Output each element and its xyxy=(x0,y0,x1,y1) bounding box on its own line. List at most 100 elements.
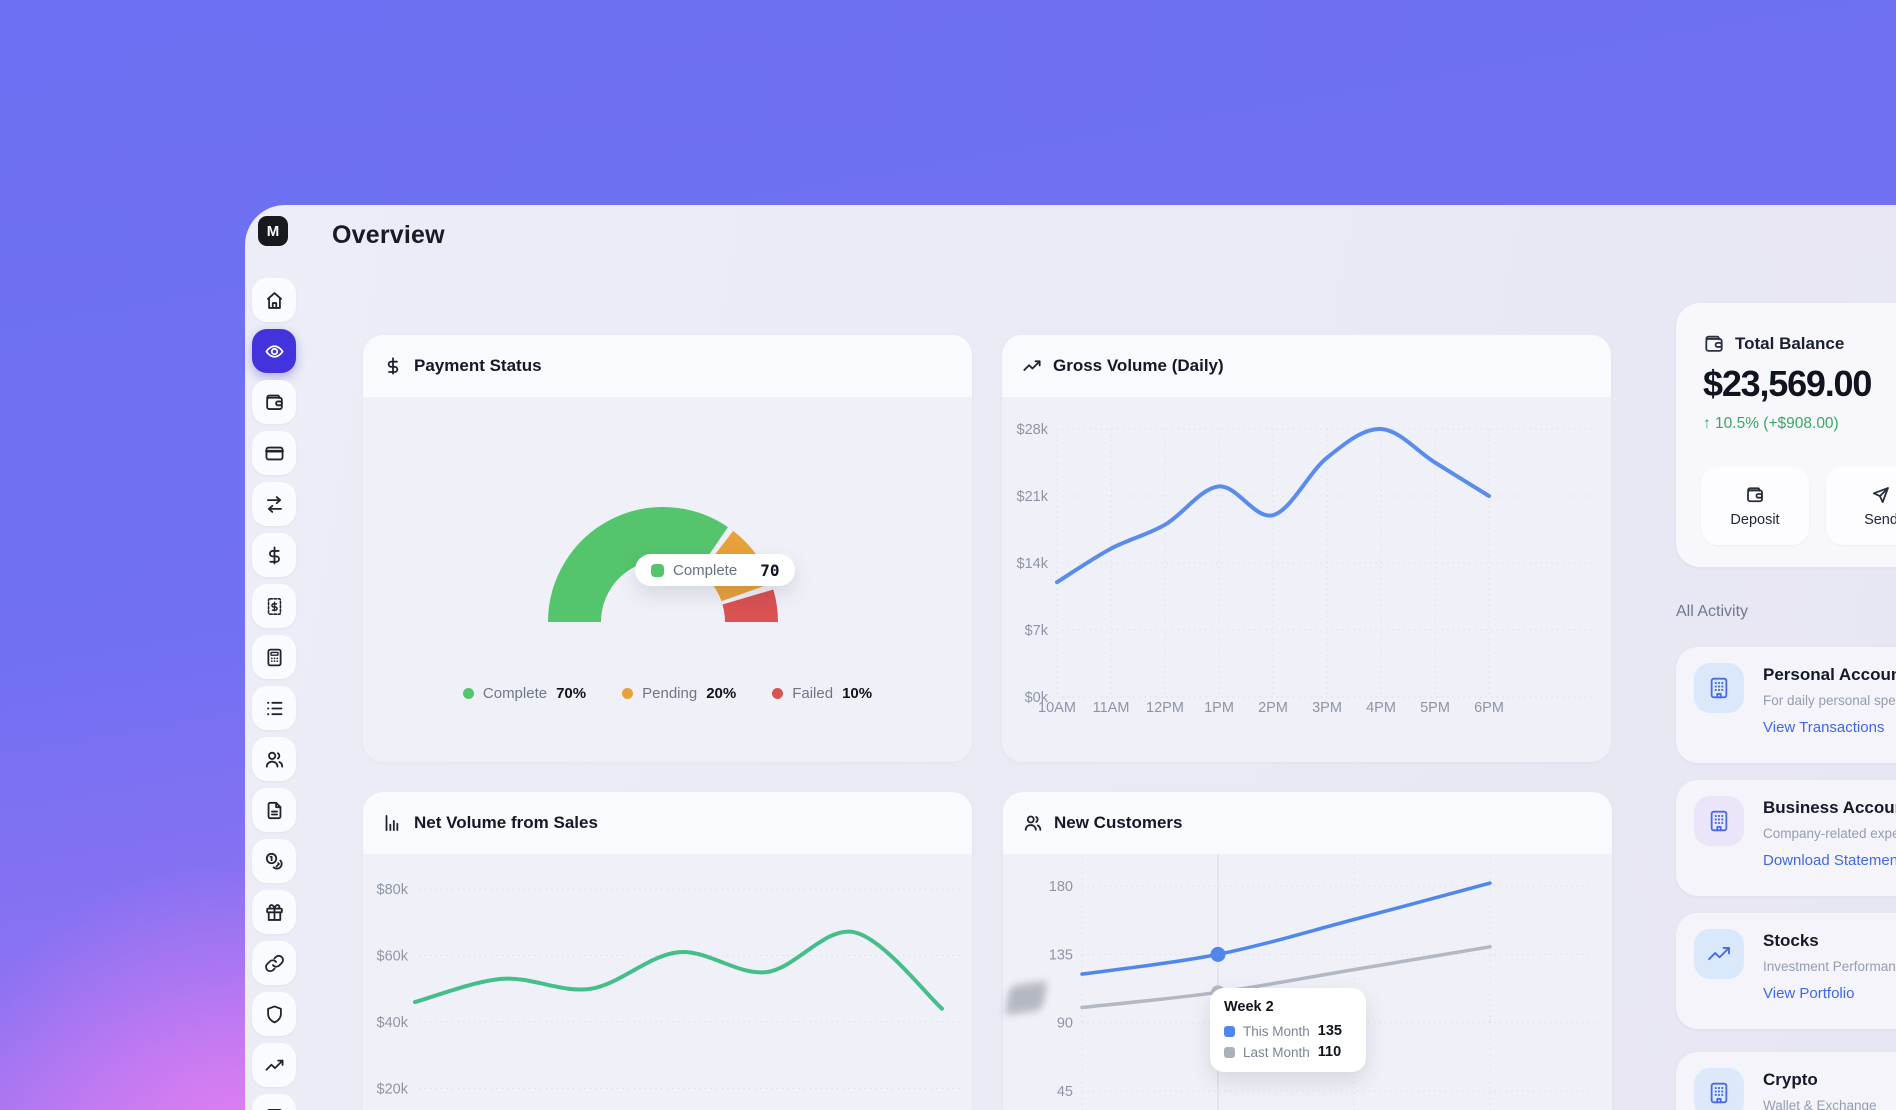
legend-swatch xyxy=(651,564,664,577)
tooltip-row: Last Month 110 xyxy=(1224,1044,1352,1060)
activity-subtitle: Company-related expenses xyxy=(1763,826,1896,841)
legend-item-pending: Pending 20% xyxy=(622,685,736,702)
legend-item-complete: Complete 70% xyxy=(463,685,586,702)
desktop-background: M Overview xyxy=(0,0,1896,1110)
app-logo[interactable]: M xyxy=(258,216,288,246)
home-icon xyxy=(264,290,285,311)
view-portfolio-link[interactable]: View Portfolio xyxy=(1763,985,1854,1002)
tooltip-row: This Month 135 xyxy=(1224,1023,1352,1039)
total-balance-card: Total Balance $23,569.00 ↑ 10.5% (+$908.… xyxy=(1676,303,1896,567)
series-value: 135 xyxy=(1318,1023,1342,1039)
series-label: This Month xyxy=(1243,1024,1310,1039)
device-icon xyxy=(264,1106,285,1110)
total-balance-label: Total Balance xyxy=(1735,334,1844,354)
sidebar-item-home[interactable] xyxy=(252,278,296,322)
send-label: Send xyxy=(1864,512,1896,528)
sidebar-item-analytics[interactable] xyxy=(252,1043,296,1087)
legend-value: 10% xyxy=(842,685,872,702)
card-title: Payment Status xyxy=(414,356,542,376)
icon-tile xyxy=(1694,929,1744,979)
deposit-button[interactable]: Deposit xyxy=(1701,467,1809,545)
legend-dot xyxy=(772,688,783,699)
sidebar-item-lists[interactable] xyxy=(252,686,296,730)
activity-card-personal-account[interactable]: Personal Account For daily personal spen… xyxy=(1676,647,1896,763)
sidebar-item-transfers[interactable] xyxy=(252,482,296,526)
svg-text:2PM: 2PM xyxy=(1258,700,1288,716)
svg-text:135: 135 xyxy=(1049,947,1073,963)
sidebar-item-rewards[interactable] xyxy=(252,890,296,934)
dollar-sign-icon xyxy=(264,545,285,566)
sidebar-item-cards[interactable] xyxy=(252,431,296,475)
activity-subtitle: For daily personal spending xyxy=(1763,693,1896,708)
sidebar-item-documents[interactable] xyxy=(252,788,296,832)
svg-text:$14k: $14k xyxy=(1017,556,1049,572)
building-icon xyxy=(1706,1080,1732,1106)
trending-up-icon xyxy=(264,1055,285,1076)
new-customers-card: 4590135180 New Customers Week 2 This Mon… xyxy=(1003,792,1612,1110)
total-balance-amount: $23,569.00 xyxy=(1703,363,1871,405)
tooltip-label: Complete xyxy=(673,562,737,579)
activity-card-business-account[interactable]: Business Account Company-related expense… xyxy=(1676,780,1896,896)
sidebar-item-coins[interactable] xyxy=(252,839,296,883)
wallet-icon xyxy=(264,392,285,413)
svg-text:11AM: 11AM xyxy=(1093,700,1130,716)
legend-dot xyxy=(622,688,633,699)
send-button[interactable]: Send xyxy=(1826,467,1896,545)
sidebar-item-wallet[interactable] xyxy=(252,380,296,424)
wallet-icon xyxy=(1745,485,1765,505)
gauge-legend: Complete 70% Pending 20% Failed 10% xyxy=(363,685,972,702)
sidebar-item-calculator[interactable] xyxy=(252,635,296,679)
total-balance-change: ↑ 10.5% (+$908.00) xyxy=(1703,415,1839,433)
svg-text:$40k: $40k xyxy=(377,1015,409,1031)
users-icon xyxy=(264,749,285,770)
series-swatch xyxy=(1224,1026,1235,1037)
deposit-label: Deposit xyxy=(1730,512,1779,528)
series-swatch xyxy=(1224,1047,1235,1058)
svg-text:$21k: $21k xyxy=(1017,489,1049,505)
card-title: New Customers xyxy=(1054,813,1182,833)
view-transactions-link[interactable]: View Transactions xyxy=(1763,719,1884,736)
sidebar-item-devices[interactable] xyxy=(252,1094,296,1110)
svg-text:$7k: $7k xyxy=(1025,623,1049,639)
gross-volume-card: $0k$7k$14k$21k$28k10AM11AM12PM1PM2PM3PM4… xyxy=(1002,335,1611,762)
trending-up-icon xyxy=(1706,941,1732,967)
svg-text:5PM: 5PM xyxy=(1420,700,1450,716)
arrows-left-right-icon xyxy=(264,494,285,515)
sidebar-item-customers[interactable] xyxy=(252,737,296,781)
gift-icon xyxy=(264,902,285,923)
series-value: 110 xyxy=(1318,1044,1341,1060)
gross-volume-chart[interactable]: $0k$7k$14k$21k$28k10AM11AM12PM1PM2PM3PM4… xyxy=(1002,335,1611,762)
card-title: Net Volume from Sales xyxy=(414,813,598,833)
svg-text:45: 45 xyxy=(1057,1084,1073,1100)
building-icon xyxy=(1706,808,1732,834)
download-statements-link[interactable]: Download Statements xyxy=(1763,852,1896,869)
sidebar-item-invoices[interactable] xyxy=(252,584,296,628)
activity-subtitle: Wallet & Exchange xyxy=(1763,1098,1877,1110)
svg-text:10AM: 10AM xyxy=(1038,700,1076,716)
net-volume-card: $20k$40k$60k$80k Net Volume from Sales xyxy=(363,792,972,1110)
shield-icon xyxy=(264,1004,285,1025)
activity-card-stocks[interactable]: Stocks Investment Performance View Portf… xyxy=(1676,913,1896,1029)
net-volume-header: Net Volume from Sales xyxy=(363,792,972,854)
sidebar-item-overview[interactable] xyxy=(252,329,296,373)
new-customers-header: New Customers xyxy=(1003,792,1612,854)
svg-text:3PM: 3PM xyxy=(1312,700,1342,716)
tooltip-title: Week 2 xyxy=(1224,999,1352,1015)
activity-card-crypto[interactable]: Crypto Wallet & Exchange xyxy=(1676,1052,1896,1110)
svg-text:6PM: 6PM xyxy=(1474,700,1504,716)
sidebar-item-links[interactable] xyxy=(252,941,296,985)
payment-status-card: Payment Status Complete 70 Complete 70% … xyxy=(363,335,972,762)
svg-text:$28k: $28k xyxy=(1017,422,1049,438)
legend-dot xyxy=(463,688,474,699)
icon-tile xyxy=(1694,1068,1744,1110)
file-text-icon xyxy=(264,800,285,821)
sidebar-item-payments[interactable] xyxy=(252,533,296,577)
users-icon xyxy=(1023,813,1043,833)
gauge-tooltip: Complete 70 xyxy=(635,554,795,586)
legend-label: Pending xyxy=(642,685,697,702)
building-icon xyxy=(1706,675,1732,701)
sidebar-item-security[interactable] xyxy=(252,992,296,1036)
page-title: Overview xyxy=(332,221,445,250)
all-activity-label: All Activity xyxy=(1676,603,1748,621)
tooltip-value: 70 xyxy=(760,561,779,580)
